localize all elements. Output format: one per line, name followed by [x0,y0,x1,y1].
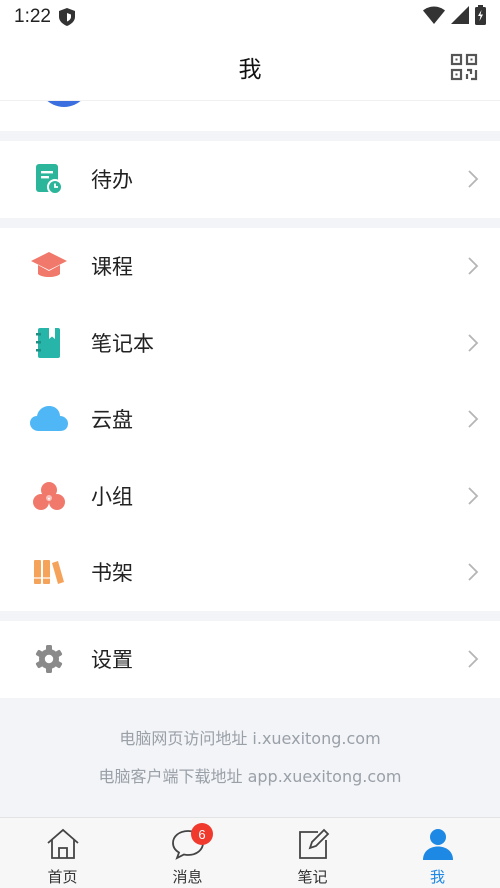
menu-item-course[interactable]: 课程 [0,228,500,305]
avatar[interactable] [36,101,92,107]
status-bar: 1:22 [0,0,500,34]
page-header: 我 [0,34,500,100]
home-icon [46,828,80,864]
notebook-icon [30,324,68,362]
chevron-right-icon [466,168,480,190]
tab-label: 我 [429,868,445,886]
tab-label: 首页 [47,868,78,886]
tab-notes[interactable]: 笔记 [250,818,375,888]
menu-item-group[interactable]: 小组 [0,458,500,535]
menu-item-notebook[interactable]: 笔记本 [0,305,500,382]
cloud-icon [30,400,68,438]
page-title: 我 [238,57,262,83]
todo-section: 待办 [0,141,500,218]
learning-section: 课程 笔记本 云盘 小组 书架 [0,228,500,611]
unread-badge: 6 [191,823,213,845]
tab-label: 消息 [172,868,203,886]
menu-item-label: 云盘 [91,408,133,433]
gear-icon [30,640,68,678]
menu-item-cloud-drive[interactable]: 云盘 [0,381,500,458]
chevron-right-icon [466,255,480,277]
menu-item-label: 小组 [91,484,133,509]
menu-item-label: 设置 [91,648,133,673]
status-time: 1:22 [14,6,51,27]
menu-item-label: 书架 [91,561,133,586]
menu-item-label: 课程 [91,255,133,280]
tab-home[interactable]: 首页 [0,818,125,888]
menu-item-label: 笔记本 [91,331,154,356]
settings-section: 设置 [0,621,500,698]
menu-item-todo[interactable]: 待办 [0,141,500,218]
menu-item-settings[interactable]: 设置 [0,621,500,698]
chevron-right-icon [466,485,480,507]
chevron-right-icon [466,561,480,583]
shield-icon [58,8,75,26]
graduation-cap-icon [30,247,68,285]
chevron-right-icon [466,408,480,430]
menu-item-label: 待办 [91,168,133,193]
client-download-url[interactable]: 电脑客户端下载地址 app.xuexitong.com [0,758,500,796]
menu-item-bookshelf[interactable]: 书架 [0,534,500,611]
tab-messages[interactable]: 6 消息 [125,818,250,888]
wifi-icon [423,6,445,28]
bottom-tab-bar: 首页 6 消息 笔记 我 [0,817,500,888]
note-edit-icon [296,828,330,864]
person-icon [421,828,455,864]
chevron-right-icon [466,332,480,354]
battery-charging-icon [475,5,486,29]
tab-me[interactable]: 我 [375,818,500,888]
group-icon [30,477,68,515]
todo-icon [30,160,68,198]
qr-code-icon[interactable] [450,53,478,81]
web-access-url[interactable]: 电脑网页访问地址 i.xuexitong.com [0,720,500,758]
profile-card-peek[interactable] [0,100,500,131]
cellular-signal-icon [451,6,469,28]
tab-label: 笔记 [297,868,328,886]
footer-links: 电脑网页访问地址 i.xuexitong.com 电脑客户端下载地址 app.x… [0,720,500,796]
bookshelf-icon [30,553,68,591]
chevron-right-icon [466,648,480,670]
